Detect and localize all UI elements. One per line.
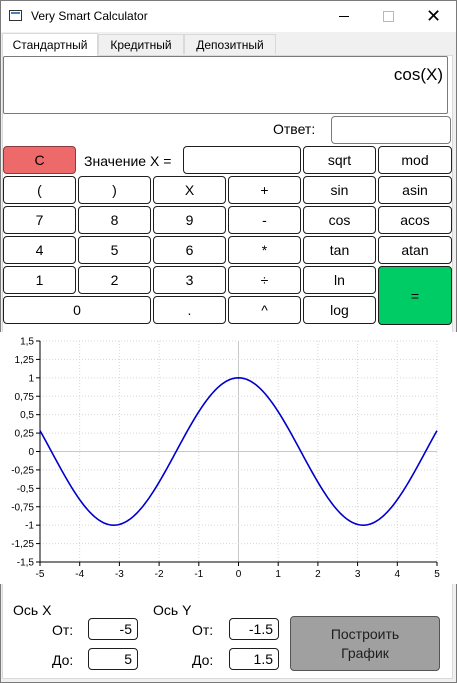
decimal-point-button[interactable]: . [153,296,226,324]
x-tick-label: -3 [115,569,124,580]
expression-text: cos(X) [393,65,443,84]
log-button[interactable]: log [303,296,376,324]
function-graph[interactable]: -5 -4 -3 -2 -1 0 1 2 3 4 5 1,5 1,25 1 0,75 0,5 0,25 0 -0,2… [0,332,457,584]
mod-button[interactable]: mod [378,146,452,174]
plot-graph-button-label: Построить График [330,625,400,661]
maximize-icon [383,11,394,22]
atan-button[interactable]: atan [378,236,452,264]
x-from-input[interactable]: -5 [88,618,138,640]
digit-9-button[interactable]: 9 [153,206,226,234]
x-tick-label: 1 [275,569,281,580]
digit-5-button[interactable]: 5 [78,236,151,264]
y-tick-label: 1 [28,373,34,384]
window-title: Very Smart Calculator [31,9,148,23]
minus-button[interactable]: - [228,206,301,234]
plot-graph-button[interactable]: Построить График [290,616,440,671]
x-to-input[interactable]: 5 [88,648,138,670]
maximize-button[interactable] [366,1,411,32]
y-tick-label: -0,25 [11,465,34,476]
answer-label: Ответ: [273,121,316,137]
y-tick-label: -1,25 [11,539,34,550]
x-variable-button[interactable]: X [153,176,226,204]
x-axis-label: Ось X [13,602,52,618]
multiply-button[interactable]: * [228,236,301,264]
plus-button[interactable]: + [228,176,301,204]
minimize-button[interactable] [321,1,366,32]
y-from-label: От: [192,622,214,638]
expression-display[interactable]: cos(X) [3,56,448,114]
digit-8-button[interactable]: 8 [78,206,151,234]
right-paren-button[interactable]: ) [78,176,151,204]
digit-0-button[interactable]: 0 [3,296,151,324]
equals-button[interactable]: = [378,266,452,325]
y-tick-label: -0,75 [11,502,34,513]
x-to-label: До: [52,652,74,668]
sin-button[interactable]: sin [303,176,376,204]
divide-button[interactable]: ÷ [228,266,301,294]
clear-button[interactable]: C [3,146,76,174]
digit-6-button[interactable]: 6 [153,236,226,264]
sqrt-button[interactable]: sqrt [303,146,376,174]
x-tick-label: -4 [75,569,84,580]
cos-button[interactable]: cos [303,206,376,234]
digit-4-button[interactable]: 4 [3,236,76,264]
y-tick-label: 0 [28,447,34,458]
y-tick-label: 0,75 [15,392,35,403]
acos-button[interactable]: acos [378,206,452,234]
title-bar[interactable]: Very Smart Calculator ✕ [1,1,456,32]
digit-2-button[interactable]: 2 [78,266,151,294]
y-to-input[interactable]: 1.5 [229,648,279,670]
x-tick-label: -2 [155,569,164,580]
x-tick-label: 5 [434,569,440,580]
y-tick-label: 1,25 [15,355,35,366]
x-from-label: От: [52,622,74,638]
ln-button[interactable]: ln [303,266,376,294]
x-tick-label: -5 [36,569,45,580]
app-icon [9,10,22,21]
digit-1-button[interactable]: 1 [3,266,76,294]
y-axis-label: Ось Y [153,602,192,618]
y-tick-label: 1,5 [20,337,34,348]
x-value-label: Значение X = [84,153,172,169]
y-tick-label: -0,5 [17,484,35,495]
tab-deposit[interactable]: Депозитный [184,34,276,54]
power-button[interactable]: ^ [228,296,301,324]
answer-field[interactable] [331,116,451,144]
y-tick-label: -1 [25,521,34,532]
chart-background [0,332,457,584]
x-tick-label: -1 [194,569,203,580]
y-tick-label: -1,5 [17,558,35,569]
digit-3-button[interactable]: 3 [153,266,226,294]
asin-button[interactable]: asin [378,176,452,204]
x-tick-label: 3 [355,569,361,580]
tab-standard[interactable]: Стандартный [2,33,98,56]
y-from-input[interactable]: -1.5 [229,618,279,640]
tab-credit[interactable]: Кредитный [98,34,184,54]
x-tick-label: 0 [236,569,242,580]
close-icon: ✕ [425,6,442,26]
left-paren-button[interactable]: ( [3,176,76,204]
x-value-input[interactable] [183,146,301,174]
y-to-label: До: [192,652,214,668]
tan-button[interactable]: tan [303,236,376,264]
y-tick-label: 0,25 [15,429,35,440]
close-button[interactable]: ✕ [411,1,456,32]
x-tick-label: 2 [315,569,321,580]
digit-7-button[interactable]: 7 [3,206,76,234]
x-tick-label: 4 [395,569,401,580]
minimize-icon [338,16,349,17]
y-tick-label: 0,5 [20,410,34,421]
